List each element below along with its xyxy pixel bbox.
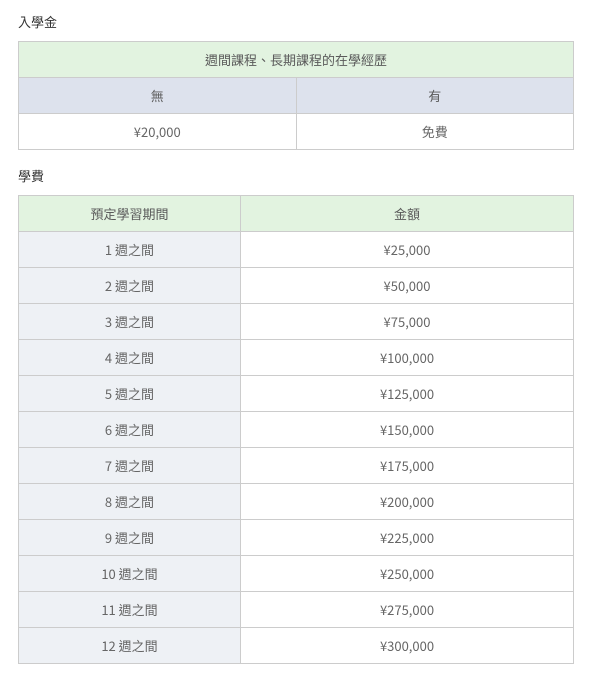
table-row: ¥20,000 免費 [19,114,574,150]
tuition-section-title: 學費 [18,166,574,185]
tuition-table: 預定學習期間 金額 1 週之間¥25,0002 週之間¥50,0003 週之間¥… [18,195,574,664]
tuition-amount-cell: ¥100,000 [241,340,574,376]
tuition-amount-cell: ¥250,000 [241,556,574,592]
table-row: 6 週之間¥150,000 [19,412,574,448]
tuition-period-cell: 1 週之間 [19,232,241,268]
admission-section-title: 入學金 [18,12,574,31]
table-row: 5 週之間¥125,000 [19,376,574,412]
tuition-period-cell: 8 週之間 [19,484,241,520]
table-row: 10 週之間¥250,000 [19,556,574,592]
admission-value-has: 免費 [296,114,574,150]
tuition-amount-cell: ¥50,000 [241,268,574,304]
table-row: 11 週之間¥275,000 [19,592,574,628]
admission-sub-header-none: 無 [19,78,297,114]
tuition-amount-cell: ¥225,000 [241,520,574,556]
tuition-period-cell: 3 週之間 [19,304,241,340]
admission-table: 週間課程、長期課程的在學經歷 無 有 ¥20,000 免費 [18,41,574,150]
tuition-amount-cell: ¥275,000 [241,592,574,628]
tuition-amount-cell: ¥75,000 [241,304,574,340]
tuition-period-cell: 2 週之間 [19,268,241,304]
tuition-period-cell: 6 週之間 [19,412,241,448]
table-row: 1 週之間¥25,000 [19,232,574,268]
tuition-period-cell: 9 週之間 [19,520,241,556]
table-row: 7 週之間¥175,000 [19,448,574,484]
tuition-amount-cell: ¥300,000 [241,628,574,664]
tuition-period-cell: 12 週之間 [19,628,241,664]
tuition-period-cell: 4 週之間 [19,340,241,376]
tuition-amount-cell: ¥150,000 [241,412,574,448]
admission-sub-header-has: 有 [296,78,574,114]
tuition-period-cell: 10 週之間 [19,556,241,592]
table-row: 3 週之間¥75,000 [19,304,574,340]
tuition-amount-cell: ¥125,000 [241,376,574,412]
tuition-period-cell: 5 週之間 [19,376,241,412]
tuition-amount-cell: ¥25,000 [241,232,574,268]
tuition-header-amount: 金額 [241,196,574,232]
tuition-amount-cell: ¥200,000 [241,484,574,520]
admission-value-none: ¥20,000 [19,114,297,150]
tuition-period-cell: 11 週之間 [19,592,241,628]
tuition-amount-cell: ¥175,000 [241,448,574,484]
table-row: 2 週之間¥50,000 [19,268,574,304]
table-row: 8 週之間¥200,000 [19,484,574,520]
table-row: 9 週之間¥225,000 [19,520,574,556]
tuition-period-cell: 7 週之間 [19,448,241,484]
tuition-header-period: 預定學習期間 [19,196,241,232]
table-row: 4 週之間¥100,000 [19,340,574,376]
table-row: 12 週之間¥300,000 [19,628,574,664]
admission-span-header: 週間課程、長期課程的在學經歷 [19,42,574,78]
